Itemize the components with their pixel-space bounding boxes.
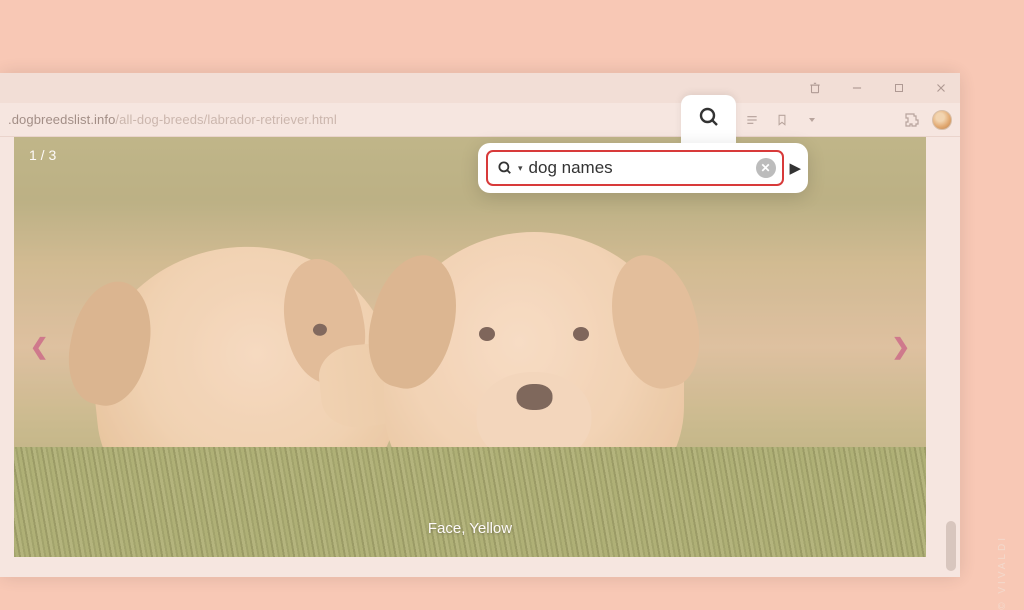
search-go-button[interactable]: ▶ [790, 156, 802, 180]
image-gallery: 1 / 3 ❮ ❯ Face, Yellow [14, 137, 926, 557]
url-bar[interactable]: .dogbreedslist.info/all-dog-breeds/labra… [0, 112, 337, 127]
search-engine-icon[interactable] [496, 159, 514, 177]
minimize-icon[interactable] [846, 77, 868, 99]
vivaldi-brand-label: © VIVALDI [997, 535, 1008, 610]
bookmark-dropdown-icon[interactable] [802, 110, 822, 130]
url-path: /all-dog-breeds/labrador-retriever.html [115, 112, 336, 127]
search-field-wrap: ▾ ✕ [486, 150, 784, 186]
search-input[interactable] [529, 158, 750, 178]
gallery-caption: Face, Yellow [428, 520, 512, 537]
profile-avatar[interactable] [932, 110, 952, 130]
search-toolbar-button[interactable] [681, 95, 736, 143]
gallery-prev-button[interactable]: ❮ [24, 328, 54, 366]
vertical-scrollbar[interactable] [946, 137, 956, 571]
page-content: 1 / 3 ❮ ❯ Face, Yellow [0, 137, 940, 577]
toolbar-right-group [742, 110, 952, 130]
gallery-counter: 1 / 3 [29, 147, 56, 163]
maximize-icon[interactable] [888, 77, 910, 99]
scrollbar-thumb[interactable] [946, 521, 956, 571]
clear-search-icon[interactable]: ✕ [756, 158, 776, 178]
window-titlebar [0, 73, 960, 103]
search-field-popup: ▾ ✕ ▶ [478, 143, 808, 193]
search-engine-dropdown-icon[interactable]: ▾ [518, 163, 523, 174]
browser-toolbar: .dogbreedslist.info/all-dog-breeds/labra… [0, 103, 960, 137]
bookmark-icon[interactable] [772, 110, 792, 130]
extensions-icon[interactable] [902, 110, 922, 130]
url-host: .dogbreedslist.info [8, 112, 115, 127]
gallery-next-button[interactable]: ❯ [886, 328, 916, 366]
search-icon [697, 105, 721, 134]
close-icon[interactable] [930, 77, 952, 99]
reader-mode-icon[interactable] [742, 110, 762, 130]
trash-icon[interactable] [804, 77, 826, 99]
